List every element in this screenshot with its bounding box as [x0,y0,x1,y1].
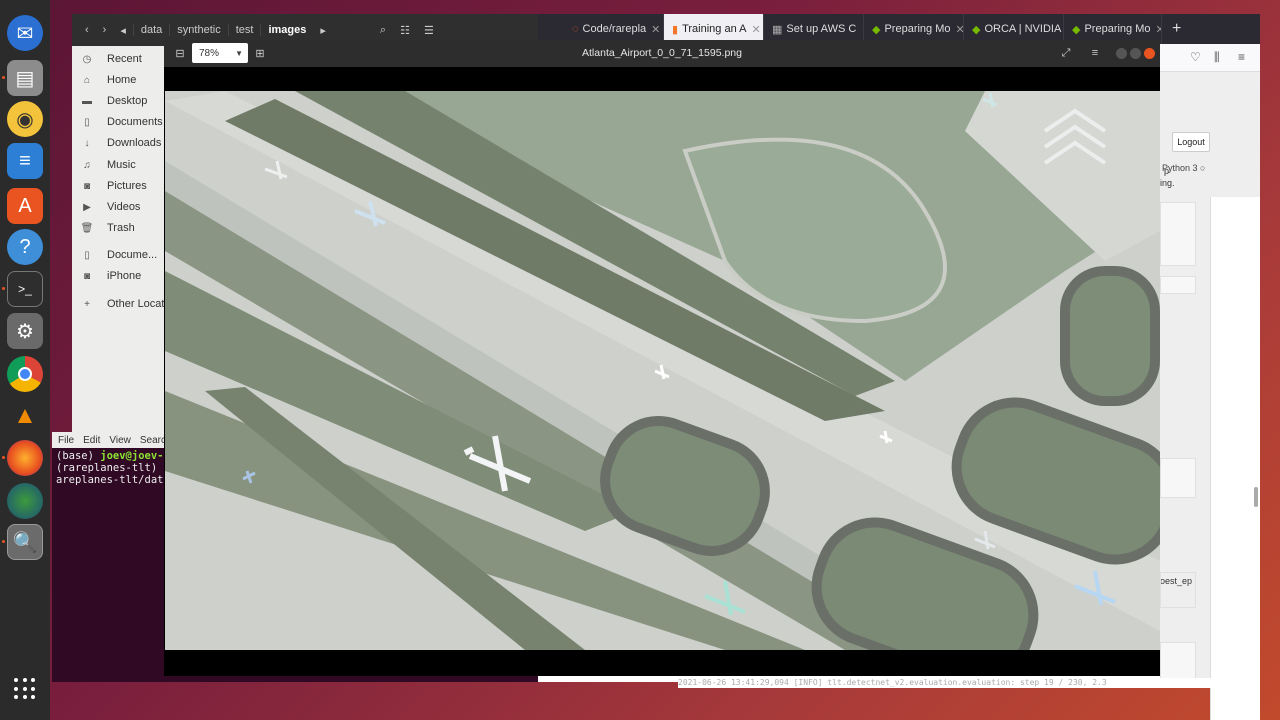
download-icon: ↓ [84,137,90,149]
pocket-icon[interactable]: ♡ [1190,50,1201,64]
sidebar-item-iphone[interactable]: ◙ iPhone [80,267,141,285]
thunderbird-icon[interactable]: ✉ [7,15,43,51]
rhythmbox-icon[interactable]: ◉ [7,101,43,137]
sidebar: ◷ Recent ⌂ Home ▬ Desktop ▯ Documents ↓ Downl… [72,46,173,434]
sidebar-item-home[interactable]: ⌂ Home [80,71,136,89]
notebook-text: ing. [1160,178,1175,188]
software-center-icon[interactable]: A [7,188,43,224]
trash-icon: 🗑 [80,222,94,234]
menu-file[interactable]: File [58,435,74,446]
aws-icon: ▦ [772,23,783,36]
dock: ✉ ▤ ◉ ≡ A ? >_ ⚙ ▲ 🔍 [0,0,50,720]
library-icon[interactable]: ⫼ [1214,50,1220,65]
new-tab-button[interactable]: + [1162,20,1181,38]
sidebar-item-desktop[interactable]: ▬ Desktop [80,92,147,110]
menu-view[interactable]: View [109,435,131,446]
view-options-icon[interactable]: ☷ [393,24,417,37]
back-icon[interactable]: ‹ [78,24,96,36]
viewer-menu-icon[interactable]: ≡ [1089,47,1101,59]
notebook-cell[interactable] [1160,202,1196,266]
kernel-status-icon: ○ [1200,163,1206,173]
notebook-cell[interactable] [1160,458,1196,498]
jupyter-page: Logout Python 3 ○ p ing. oest_ep [1160,72,1260,720]
camera-icon: ◙ [83,180,91,192]
image-viewer-window: ⊟ 78% ▼ ⊞ Atlanta_Airport_0_0_71_1595.png… [164,40,1160,676]
camera-icon: ◙ [83,270,91,282]
viewer-titlebar: ⊟ 78% ▼ ⊞ Atlanta_Airport_0_0_71_1595.png… [164,40,1160,67]
firefox-icon[interactable] [7,440,43,476]
close-icon[interactable]: ✕ [751,23,760,36]
breadcrumb-test[interactable]: test [227,24,261,36]
sidebar-item-videos[interactable]: ▶ Videos [80,198,140,216]
close-icon[interactable]: ✕ [956,23,963,36]
breadcrumb-data[interactable]: data [132,24,169,36]
sidebar-item-other-locations[interactable]: + Other Locatio [80,295,173,313]
writer-icon[interactable]: ≡ [7,143,43,179]
device-icon: ▯ [84,249,90,261]
nvidia-icon: ◆ [1072,23,1081,36]
help-icon[interactable]: ? [7,229,43,265]
folder-icon: ▬ [82,95,92,107]
sidebar-item-device[interactable]: ▯ Docume... [80,246,157,264]
nvidia-icon: ◆ [972,23,981,36]
minimize-icon[interactable] [1116,48,1127,59]
music-icon: ♫ [83,159,91,171]
crumb-right-icon[interactable]: ▸ [313,24,333,37]
maximize-icon[interactable] [1130,48,1141,59]
hamburger-menu-icon[interactable]: ≡ [1238,50,1245,64]
viewer-title: Atlanta_Airport_0_0_71_1595.png [582,47,742,59]
globe-icon[interactable] [7,483,43,519]
notebook-text: p [1164,166,1170,176]
crumb-left-icon[interactable]: ◂ [113,24,133,37]
files-icon[interactable]: ▤ [7,60,43,96]
notebook-cell[interactable] [1160,642,1196,682]
sidebar-item-music[interactable]: ♫ Music [80,156,135,174]
notebook-cell[interactable] [1160,276,1196,294]
settings-icon[interactable]: ⚙ [7,313,43,349]
sidebar-item-pictures[interactable]: ◙ Pictures [80,177,147,195]
document-icon: ▯ [84,116,90,128]
sidebar-item-documents[interactable]: ▯ Documents [80,113,162,131]
close-icon[interactable] [1144,48,1155,59]
vlc-icon[interactable]: ▲ [7,398,43,434]
chrome-icon[interactable] [7,356,43,392]
terminal-icon[interactable]: >_ [7,271,43,307]
clock-icon: ◷ [82,53,92,65]
fullscreen-icon[interactable]: ⤢ [1060,47,1072,59]
show-applications-icon[interactable] [14,678,36,700]
notebook-cell[interactable] [1160,572,1196,608]
spinner-icon: ◌ [572,23,579,35]
plus-icon: + [84,298,90,310]
menu-icon[interactable]: ☰ [417,24,441,37]
nvidia-icon: ◆ [872,23,881,36]
notebook-icon: ▮ [672,23,679,36]
sidebar-item-downloads[interactable]: ↓ Downloads [80,134,162,152]
image-viewer-icon[interactable]: 🔍 [7,524,43,560]
video-icon: ▶ [83,201,91,213]
home-icon: ⌂ [83,74,91,86]
sidebar-item-trash[interactable]: 🗑 Trash [80,219,135,237]
search-icon[interactable]: ⌕ [373,24,393,37]
breadcrumb-synthetic[interactable]: synthetic [169,24,227,36]
notebook-panel [1210,197,1260,720]
scrollbar-thumb[interactable] [1254,487,1258,507]
menu-edit[interactable]: Edit [83,435,100,446]
log-output: 2021-06-26 13:41:29,094 [INFO] tlt.detec… [678,678,1238,688]
sidebar-item-recent[interactable]: ◷ Recent [80,50,142,68]
close-icon[interactable]: ✕ [651,23,660,36]
forward-icon[interactable]: › [96,24,114,36]
logout-button[interactable]: Logout [1172,132,1210,152]
aerial-airport-image [165,91,1160,650]
airport-image-svg [165,91,1160,650]
breadcrumb-images[interactable]: images [260,24,313,36]
